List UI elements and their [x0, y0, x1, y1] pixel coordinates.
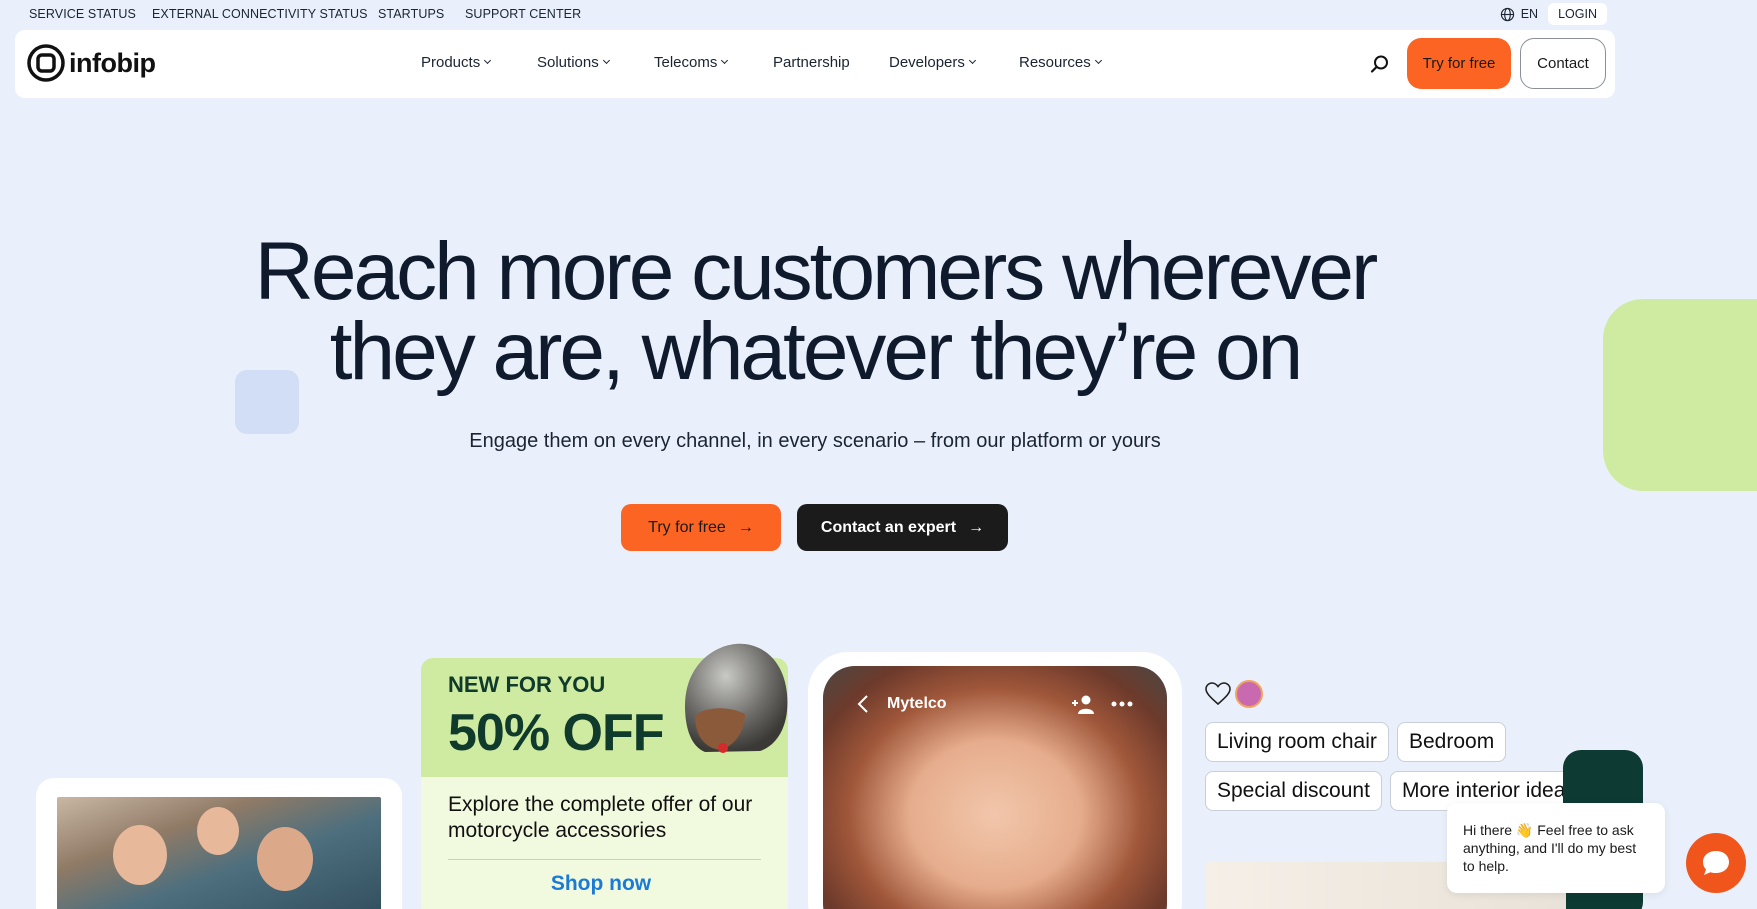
nav-item-partnership[interactable]: Partnership: [773, 54, 850, 71]
add-person-icon[interactable]: [1071, 694, 1095, 714]
back-arrow-icon[interactable]: [857, 694, 869, 714]
language-label: EN: [1520, 7, 1539, 21]
search-icon[interactable]: [1369, 53, 1391, 75]
person-face: [197, 807, 239, 855]
nav-label: Developers: [889, 54, 965, 71]
nav-item-developers[interactable]: Developers: [889, 54, 976, 71]
more-options-icon[interactable]: [1111, 701, 1133, 707]
shop-now-link[interactable]: Shop now: [421, 872, 781, 896]
promo-eyebrow: NEW FOR YOU: [448, 672, 606, 697]
person-face: [257, 827, 313, 891]
contact-name: Mytelco: [887, 695, 947, 712]
chat-greeting-bubble[interactable]: Hi there 👋 Feel free to ask anything, an…: [1447, 803, 1665, 893]
promo-headline: 50% OFF: [448, 704, 664, 762]
family-photo-card: [36, 778, 402, 909]
phone-card: Mytelco: [808, 652, 1182, 909]
video-call-screen: Mytelco: [823, 666, 1167, 909]
hero-title-line-2: they are, whatever they’re on: [329, 306, 1303, 397]
contact-expert-button[interactable]: Contact an expert →: [797, 504, 1008, 551]
chevron-down-icon: [602, 56, 610, 65]
service-status-link[interactable]: SERVICE STATUS: [29, 7, 136, 21]
chevron-down-icon: [968, 56, 976, 65]
button-label: Contact an expert: [820, 518, 957, 536]
nav-item-products[interactable]: Products: [421, 54, 492, 71]
chip-special-discount[interactable]: Special discount: [1205, 771, 1382, 811]
button-label: Try for free: [648, 518, 726, 536]
chat-launcher-button[interactable]: [1686, 833, 1746, 893]
arrow-right-icon: →: [737, 518, 754, 536]
infobip-logo[interactable]: infobip: [27, 44, 156, 82]
family-photo: [57, 797, 381, 909]
nav-label: Products: [421, 54, 481, 71]
promo-body: Explore the complete offer of our motorc…: [448, 793, 753, 842]
logo-text: infobip: [69, 47, 156, 78]
chat-icon: [1703, 851, 1729, 875]
chevron-down-icon: [721, 56, 729, 65]
avatar: [1235, 680, 1263, 708]
nav-label: Partnership: [773, 54, 850, 71]
hero-subtitle: Engage them on every channel, in every s…: [469, 430, 1161, 452]
login-button[interactable]: LOGIN: [1548, 3, 1607, 25]
nav-item-telecoms[interactable]: Telecoms: [654, 54, 729, 71]
chevron-down-icon: [484, 56, 492, 65]
support-center-link[interactable]: SUPPORT CENTER: [465, 7, 581, 21]
language-selector[interactable]: EN: [1500, 7, 1538, 22]
chip-bedroom[interactable]: Bedroom: [1397, 722, 1507, 762]
arrow-right-icon: →: [968, 518, 985, 536]
call-header: Mytelco: [823, 666, 1167, 722]
chevron-down-icon: [1094, 56, 1102, 65]
divider: [448, 859, 761, 860]
startups-link[interactable]: STARTUPS: [378, 7, 444, 21]
nav-item-resources[interactable]: Resources: [1019, 54, 1102, 71]
try-for-free-button[interactable]: Try for free: [1407, 38, 1511, 89]
hero-title: Reach more customers wherever they are, …: [0, 231, 1630, 393]
logo-mark-icon: [27, 44, 65, 82]
nav-label: Telecoms: [654, 54, 718, 71]
hero-title-line-1: Reach more customers wherever: [254, 226, 1379, 317]
main-navigation: infobip Products Solutions Telecoms Part…: [15, 30, 1615, 98]
hero-try-free-button[interactable]: Try for free →: [621, 504, 781, 551]
globe-icon: [1500, 7, 1514, 21]
person-face: [113, 825, 167, 885]
contact-button[interactable]: Contact: [1520, 38, 1606, 89]
utility-bar: SERVICE STATUS EXTERNAL CONNECTIVITY STA…: [0, 0, 1757, 28]
nav-label: Solutions: [537, 54, 599, 71]
heart-icon[interactable]: [1205, 682, 1231, 706]
connectivity-status-link[interactable]: EXTERNAL CONNECTIVITY STATUS: [152, 7, 368, 21]
nav-item-solutions[interactable]: Solutions: [537, 54, 610, 71]
helmet-image: [685, 643, 788, 753]
nav-label: Resources: [1019, 54, 1091, 71]
chip-living-room-chair[interactable]: Living room chair: [1205, 722, 1389, 762]
